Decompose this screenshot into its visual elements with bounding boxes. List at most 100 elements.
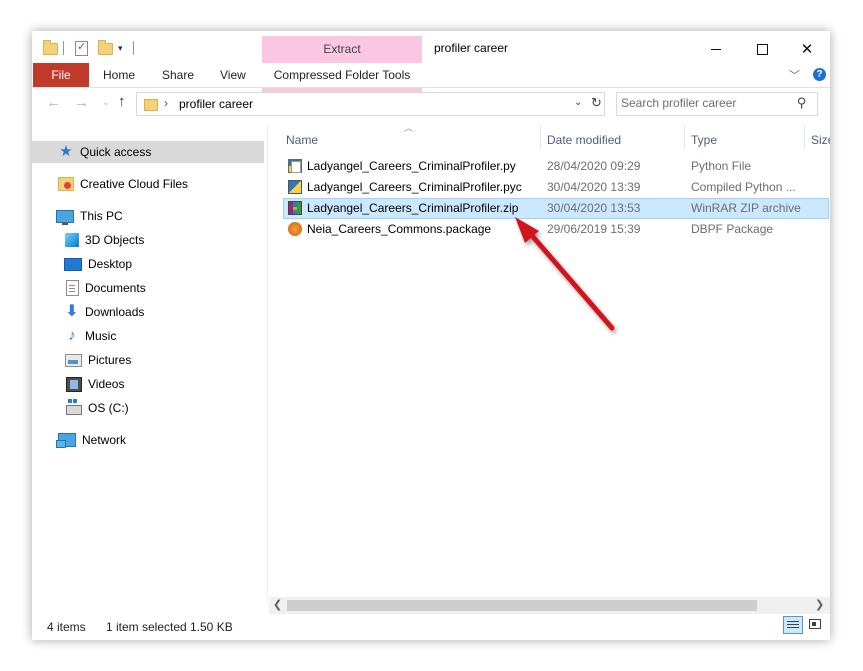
- minimize-button[interactable]: [693, 35, 739, 63]
- documents-icon: [66, 280, 79, 296]
- sidebar-item-quick-access[interactable]: ★ Quick access: [32, 141, 264, 163]
- sidebar-item-os-c[interactable]: OS (C:): [66, 397, 129, 419]
- breadcrumb-chevron-icon[interactable]: ›: [164, 96, 168, 110]
- pictures-icon: [65, 353, 82, 367]
- large-icons-view-icon: [809, 619, 821, 629]
- details-view-button[interactable]: [783, 616, 803, 634]
- file-date-modified: 29/06/2019 15:39: [547, 222, 641, 236]
- details-view-icon: [787, 621, 799, 622]
- up-arrow-icon[interactable]: ↑: [118, 93, 126, 110]
- sidebar-item-documents[interactable]: Documents: [66, 277, 146, 299]
- tab-view[interactable]: View: [220, 63, 246, 87]
- file-date-modified: 28/04/2020 09:29: [547, 159, 641, 173]
- recent-locations-chevron-icon[interactable]: ⌄: [102, 97, 110, 108]
- sidebar-item-creative-cloud[interactable]: Creative Cloud Files: [58, 173, 188, 195]
- sidebar-item-desktop[interactable]: Desktop: [64, 253, 132, 275]
- drive-icon: [66, 399, 82, 415]
- search-box[interactable]: ⚲: [616, 92, 818, 116]
- customize-toolbar-dropdown-icon[interactable]: ▾: [118, 43, 123, 54]
- folder-icon[interactable]: [43, 40, 58, 55]
- tab-share[interactable]: Share: [162, 63, 194, 87]
- search-icon[interactable]: ⚲: [797, 95, 807, 111]
- forward-arrow-icon[interactable]: →: [74, 94, 89, 111]
- column-divider[interactable]: [804, 125, 805, 149]
- winrar-zip-icon: [288, 201, 302, 215]
- column-header-date-modified[interactable]: Date modified: [547, 130, 621, 150]
- pane-splitter[interactable]: [267, 123, 268, 603]
- sidebar-item-pictures[interactable]: Pictures: [65, 349, 131, 371]
- breadcrumb-current-folder[interactable]: profiler career: [179, 97, 253, 111]
- status-item-count: 4 items: [47, 620, 86, 634]
- column-divider[interactable]: [684, 125, 685, 149]
- maximize-button[interactable]: [739, 35, 785, 63]
- tab-file[interactable]: File: [33, 63, 89, 87]
- scroll-right-arrow-icon[interactable]: ❯: [815, 598, 824, 611]
- file-name: Ladyangel_Careers_CriminalProfiler.py: [307, 159, 516, 173]
- downloads-icon: ⬇: [65, 303, 79, 320]
- column-divider[interactable]: [540, 125, 541, 149]
- desktop-icon: [64, 257, 82, 271]
- ribbon-divider: [32, 87, 830, 88]
- file-type: Python File: [691, 159, 752, 173]
- status-selection: 1 item selected: [106, 620, 187, 634]
- arrow-shaft: [525, 228, 615, 331]
- address-history-dropdown-icon[interactable]: ⌄: [574, 97, 582, 108]
- sidebar-item-downloads[interactable]: ⬇ Downloads: [65, 301, 144, 323]
- scroll-left-arrow-icon[interactable]: ❮: [273, 598, 282, 611]
- python-file-icon: [288, 159, 302, 173]
- file-name: Neia_Careers_Commons.package: [307, 222, 492, 236]
- contextual-group-label: Extract: [323, 42, 361, 56]
- file-type: WinRAR ZIP archive: [691, 201, 801, 215]
- file-date-modified: 30/04/2020 13:39: [547, 180, 641, 194]
- window-title: profiler career: [434, 41, 509, 55]
- tab-compressed-folder-tools[interactable]: Compressed Folder Tools: [262, 63, 422, 87]
- 3d-objects-icon: [65, 233, 79, 247]
- horizontal-scrollbar[interactable]: ❮ ❯: [269, 597, 830, 614]
- file-row[interactable]: Neia_Careers_Commons.package 29/06/2019 …: [283, 219, 829, 240]
- large-icons-view-button[interactable]: [806, 616, 826, 634]
- file-date-modified: 30/04/2020 13:53: [547, 201, 641, 215]
- computer-icon: [56, 209, 74, 225]
- file-type: DBPF Package: [691, 222, 774, 236]
- compiled-python-icon: [288, 180, 302, 194]
- column-header-type[interactable]: Type: [691, 130, 717, 150]
- sidebar-item-music[interactable]: ♪ Music: [65, 325, 116, 347]
- scrollbar-thumb[interactable]: [287, 600, 757, 611]
- properties-icon[interactable]: [75, 40, 88, 56]
- videos-icon: [66, 376, 82, 392]
- status-selection-size: 1.50 KB: [190, 620, 233, 634]
- tab-home[interactable]: Home: [103, 63, 135, 87]
- search-input[interactable]: [621, 95, 786, 111]
- sidebar-item-3d-objects[interactable]: 3D Objects: [65, 229, 144, 251]
- refresh-icon[interactable]: ↻: [591, 95, 602, 111]
- navigation-pane: ★ Quick access Creative Cloud Files This…: [32, 123, 267, 603]
- folder-icon: [144, 99, 158, 111]
- music-icon: ♪: [68, 327, 76, 344]
- column-header-name[interactable]: Name: [286, 130, 318, 150]
- toolbar-separator: [133, 41, 134, 55]
- file-row-selected[interactable]: Ladyangel_Careers_CriminalProfiler.zip 3…: [283, 198, 829, 219]
- file-name: Ladyangel_Careers_CriminalProfiler.pyc: [307, 180, 522, 194]
- help-icon[interactable]: ?: [813, 68, 826, 81]
- star-icon: ★: [59, 143, 73, 160]
- toolbar-separator: [63, 41, 64, 55]
- maximize-icon: [756, 43, 768, 55]
- file-row[interactable]: Ladyangel_Careers_CriminalProfiler.py 28…: [283, 156, 829, 177]
- sidebar-item-videos[interactable]: Videos: [66, 373, 124, 395]
- close-button[interactable]: ✕: [784, 35, 830, 63]
- expand-ribbon-chevron-icon[interactable]: ﹀: [789, 67, 800, 83]
- file-type: Compiled Python ...: [691, 180, 796, 194]
- package-icon: [288, 222, 302, 236]
- sidebar-item-network[interactable]: Network: [56, 429, 126, 451]
- creative-cloud-folder-icon: [58, 177, 74, 191]
- sidebar-item-this-pc[interactable]: This PC: [56, 205, 123, 227]
- file-name: Ladyangel_Careers_CriminalProfiler.zip: [307, 201, 519, 215]
- new-folder-icon[interactable]: [98, 40, 113, 55]
- network-icon: [56, 433, 76, 448]
- address-bar[interactable]: › profiler career ⌄ ↻: [136, 92, 605, 116]
- file-row[interactable]: Ladyangel_Careers_CriminalProfiler.pyc 3…: [283, 177, 829, 198]
- column-header-size[interactable]: Size: [811, 130, 830, 150]
- minimize-icon: [711, 48, 721, 50]
- sort-ascending-icon: ︿: [404, 123, 414, 133]
- back-arrow-icon[interactable]: ←: [46, 94, 61, 111]
